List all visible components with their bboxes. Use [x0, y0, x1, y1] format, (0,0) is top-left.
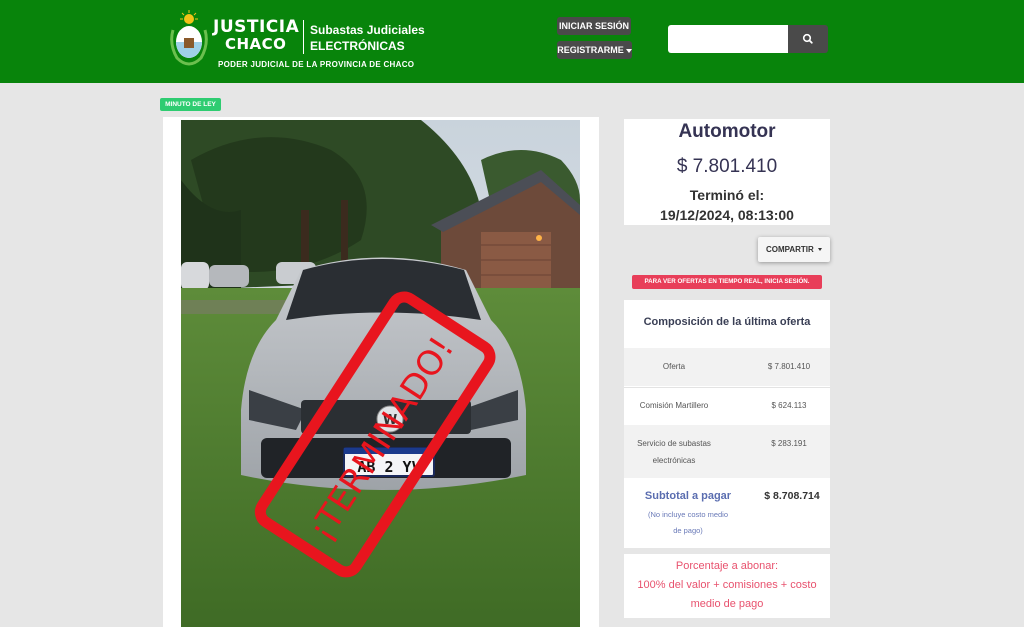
composition-row: Oferta $ 7.801.410 — [624, 348, 830, 386]
register-button[interactable]: REGISTRARME — [557, 41, 632, 59]
composition-title: Composición de la última oferta — [643, 316, 811, 328]
row-value: $ 624.113 — [771, 401, 807, 410]
payment-line2: 100% del valor + comisiones + costo — [637, 579, 817, 591]
share-label: COMPARTIR — [765, 245, 814, 254]
payment-line3: medio de pago — [690, 598, 764, 610]
brand-subastas[interactable]: Subastas Judiciales — [310, 23, 425, 37]
subtotal-note-line1: (No incluye costo medio — [647, 510, 729, 519]
login-label: INICIAR SESIÓN — [558, 21, 629, 31]
brand-tagline: PODER JUDICIAL DE LA PROVINCIA DE CHACO — [218, 60, 415, 69]
row-value: $ 7.801.410 — [767, 362, 811, 371]
ended-datetime: 19/12/2024, 08:13:00 — [660, 207, 794, 223]
row-value: $ 283.191 — [771, 439, 807, 448]
register-label: REGISTRARME — [557, 45, 624, 55]
listing-summary-panel: Automotor $ 7.801.410 Terminó el: 19/12/… — [624, 119, 830, 225]
ended-label: Terminó el: — [689, 187, 765, 203]
login-button[interactable]: INICIAR SESIÓN — [557, 17, 631, 35]
row-label-line1: Servicio de subastas — [637, 439, 711, 448]
minuto-de-ley-badge: MINUTO DE LEY — [160, 98, 221, 111]
brand-divider — [303, 20, 304, 54]
brand-chaco[interactable]: CHACO — [225, 36, 286, 52]
subtotal-note: (No incluye costo medio de pago) — [636, 507, 740, 539]
subtotal-note-line2: de pago) — [673, 526, 703, 535]
caret-down-icon — [625, 48, 632, 53]
brand-justicia[interactable]: JUSTICIA — [213, 18, 299, 36]
row-label: Comisión Martillero — [639, 401, 709, 410]
payment-percentage-panel: Porcentaje a abonar: 100% del valor + co… — [624, 554, 830, 618]
subtotal-value: $ 8.708.714 — [764, 490, 820, 502]
search-input[interactable] — [668, 25, 788, 53]
search-icon — [802, 33, 813, 44]
subtotal-row: Subtotal a pagar (No incluye costo medio… — [624, 479, 830, 548]
caret-down-icon — [818, 248, 823, 252]
share-button[interactable]: COMPARTIR — [758, 237, 830, 262]
chaco-coat-of-arms-icon[interactable] — [170, 10, 208, 66]
search-button[interactable] — [788, 25, 828, 53]
payment-line1: Porcentaje a abonar: — [675, 560, 779, 572]
composition-row: Comisión Martillero $ 624.113 — [624, 387, 830, 425]
composition-row: Servicio de subastas electrónicas $ 283.… — [624, 425, 830, 478]
listing-title: Automotor — [678, 121, 776, 142]
listing-price: $ 7.801.410 — [676, 156, 778, 177]
vehicle-photo[interactable]: W AB 2 YV ¡TERMINADO! — [181, 120, 580, 627]
offer-composition-panel: Composición de la última oferta Oferta $… — [624, 300, 830, 548]
brand-electronicas[interactable]: ELECTRÓNICAS — [310, 39, 405, 53]
site-header: JUSTICIA CHACO Subastas Judiciales ELECT… — [0, 0, 1024, 83]
row-label: Oferta — [662, 362, 686, 371]
subtotal-label: Subtotal a pagar — [644, 490, 732, 502]
row-label-line2: electrónicas — [652, 456, 696, 465]
realtime-login-notice[interactable]: PARA VER OFERTAS EN TIEMPO REAL, INICIA … — [632, 275, 822, 289]
